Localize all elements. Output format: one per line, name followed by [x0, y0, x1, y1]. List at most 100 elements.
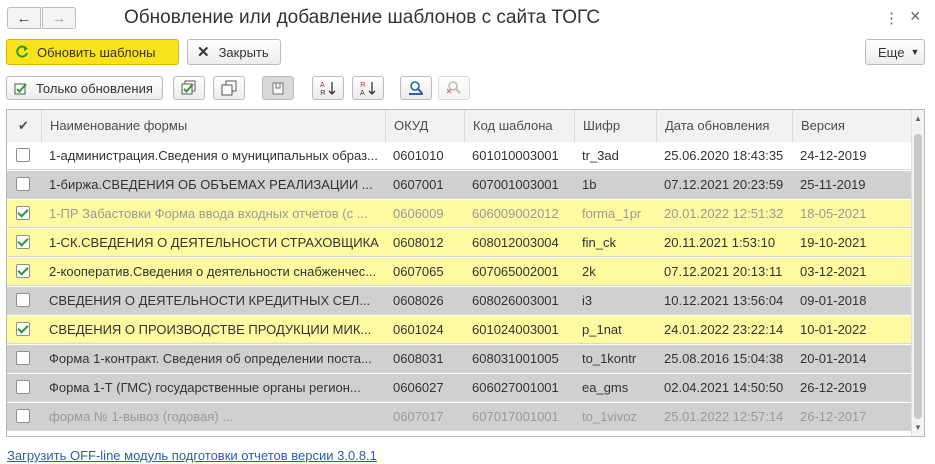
more-button[interactable]: Еще ▼	[865, 39, 925, 65]
row-checkbox[interactable]	[16, 380, 30, 394]
close-button[interactable]: ✕ Закрыть	[187, 39, 281, 65]
more-label: Еще	[878, 44, 905, 60]
table-row[interactable]: СВЕДЕНИЯ О ДЕЯТЕЛЬНОСТИ КРЕДИТНЫХ СЕЛ...…	[7, 287, 913, 315]
cell-cipher: fin_ck	[582, 235, 616, 250]
checked-list-icon	[14, 81, 28, 95]
cell-date: 25.01.2022 12:57:14	[664, 409, 784, 424]
table-row[interactable]: форма № 1-вывоз (годовая) ... 0607017 6070…	[7, 403, 913, 431]
sort-za-icon: ЯA	[359, 80, 377, 96]
cell-cipher: 1b	[582, 177, 597, 192]
cell-date: 07.12.2021 20:23:59	[664, 177, 784, 192]
window-title: Обновление или добавление шаблонов с сай…	[124, 7, 601, 28]
cell-version: 24-12-2019	[800, 148, 867, 163]
cell-date: 10.12.2021 13:56:04	[664, 293, 784, 308]
cell-date: 02.04.2021 14:50:50	[664, 380, 784, 395]
cell-code: 601024003001	[472, 322, 559, 337]
row-checkbox[interactable]	[16, 235, 30, 249]
row-checkbox[interactable]	[16, 351, 30, 365]
table-row[interactable]: Форма 1-контракт. Сведения об определени…	[7, 345, 913, 373]
cell-code: 608026003001	[472, 293, 559, 308]
only-updates-label: Только обновления	[36, 80, 153, 96]
cell-code: 607017001001	[472, 409, 559, 424]
cell-version: 09-01-2018	[800, 293, 867, 308]
cell-code: 607065002001	[472, 264, 559, 279]
row-checkbox[interactable]	[16, 409, 30, 423]
column-header-name[interactable]: Наименование формы	[41, 110, 385, 142]
check-all-button[interactable]	[173, 76, 205, 100]
download-offline-module-link[interactable]: Загрузить OFF-line модуль подготовки отч…	[7, 448, 377, 463]
column-header-date[interactable]: Дата обновления	[656, 110, 792, 142]
cell-date: 25.08.2016 15:04:38	[664, 351, 784, 366]
column-header-cipher[interactable]: Шифр	[574, 110, 656, 142]
table-row[interactable]: СВЕДЕНИЯ О ПРОИЗВОДСТВЕ ПРОДУКЦИИ МИК...…	[7, 316, 913, 344]
scroll-up-icon[interactable]: ▲	[914, 114, 922, 123]
cell-code: 608031001005	[472, 351, 559, 366]
row-checkbox[interactable]	[16, 177, 30, 191]
row-checkbox[interactable]	[16, 293, 30, 307]
more-actions-icon[interactable]: ⋮	[884, 9, 899, 27]
row-checkbox[interactable]	[16, 322, 30, 336]
cell-okud: 0601010	[393, 148, 444, 163]
cell-cipher: ea_gms	[582, 380, 629, 395]
arrow-right-icon: →	[51, 9, 67, 27]
scrollbar-thumb[interactable]	[914, 134, 922, 419]
hierarchy-view-button[interactable]	[262, 76, 294, 100]
cell-cipher: 2k	[582, 264, 596, 279]
cell-version: 10-01-2022	[800, 322, 867, 337]
select-all-checkbox-header[interactable]: ✔	[7, 110, 41, 142]
cancel-search-button[interactable]	[438, 76, 470, 100]
cell-version: 20-01-2014	[800, 351, 867, 366]
cell-cipher: to_1kontr	[582, 351, 637, 366]
column-header-code[interactable]: Код шаблона	[464, 110, 574, 142]
cell-code: 607001003001	[472, 177, 559, 192]
table-header: ✔ Наименование формы ОКУД Код шаблона Ши…	[7, 110, 913, 143]
uncheck-all-button[interactable]	[213, 76, 245, 100]
dropdown-arrow-icon: ▼	[910, 47, 920, 57]
table-row[interactable]: 1-администрация.Сведения о муниципальных…	[7, 142, 913, 170]
table-row[interactable]: 1-биржа.СВЕДЕНИЯ ОБ ОБЪЕМАХ РЕАЛИЗАЦИИ .…	[7, 171, 913, 199]
cell-date: 07.12.2021 20:13:11	[664, 264, 783, 279]
cell-name: 1-администрация.Сведения о муниципальных…	[49, 148, 378, 163]
cell-code: 606027001001	[472, 380, 559, 395]
cell-code: 606009002012	[472, 206, 559, 221]
row-checkbox[interactable]	[16, 148, 30, 162]
cell-okud: 0607001	[393, 177, 444, 192]
cell-date: 20.11.2021 1:53:10	[664, 235, 776, 250]
templates-table: ✔ Наименование формы ОКУД Код шаблона Ши…	[6, 109, 925, 437]
cell-date: 20.01.2022 12:51:32	[664, 206, 784, 221]
cell-name: Форма 1-Т (ГМС) государственные органы р…	[49, 380, 361, 395]
sort-ascending-button[interactable]: AЯ	[312, 76, 344, 100]
back-button[interactable]: ←	[7, 7, 41, 29]
row-checkbox[interactable]	[16, 264, 30, 278]
cell-version: 26-12-2019	[800, 380, 867, 395]
cell-name: Форма 1-контракт. Сведения об определени…	[49, 351, 372, 366]
cell-name: 1-ПР Забастовки Форма ввода входных отче…	[49, 206, 368, 221]
svg-text:Я: Я	[360, 82, 365, 89]
update-templates-label: Обновить шаблоны	[37, 44, 156, 60]
table-row[interactable]: 1-ПР Забастовки Форма ввода входных отче…	[7, 200, 913, 228]
update-templates-button[interactable]: Обновить шаблоны	[6, 39, 179, 65]
column-header-okud[interactable]: ОКУД	[385, 110, 464, 142]
close-window-icon[interactable]: ×	[910, 6, 921, 27]
cell-cipher: p_1nat	[582, 322, 622, 337]
checkmark-icon: ✔	[18, 118, 29, 133]
only-updates-button[interactable]: Только обновления	[6, 76, 163, 100]
svg-text:Я: Я	[320, 90, 325, 96]
uncheck-all-icon	[221, 80, 237, 96]
table-row[interactable]: 1-СК.СВЕДЕНИЯ О ДЕЯТЕЛЬНОСТИ СТРАХОВЩИКА…	[7, 229, 913, 257]
cell-okud: 0601024	[393, 322, 444, 337]
column-header-version[interactable]: Версия	[792, 110, 913, 142]
sort-az-icon: AЯ	[319, 80, 337, 96]
sort-descending-button[interactable]: ЯA	[352, 76, 384, 100]
cell-okud: 0607017	[393, 409, 444, 424]
row-checkbox[interactable]	[16, 206, 30, 220]
table-row[interactable]: 2-кооператив.Сведения о деятельности сна…	[7, 258, 913, 286]
cell-name: форма № 1-вывоз (годовая) ...	[49, 409, 234, 424]
forward-button[interactable]: →	[42, 7, 76, 29]
close-x-icon: ✕	[197, 44, 210, 61]
folder-tree-icon	[270, 80, 286, 96]
find-button[interactable]	[400, 76, 432, 100]
table-row[interactable]: Форма 1-Т (ГМС) государственные органы р…	[7, 374, 913, 402]
scroll-down-icon[interactable]: ▼	[914, 423, 922, 432]
vertical-scrollbar[interactable]: ▲ ▼	[911, 110, 924, 436]
